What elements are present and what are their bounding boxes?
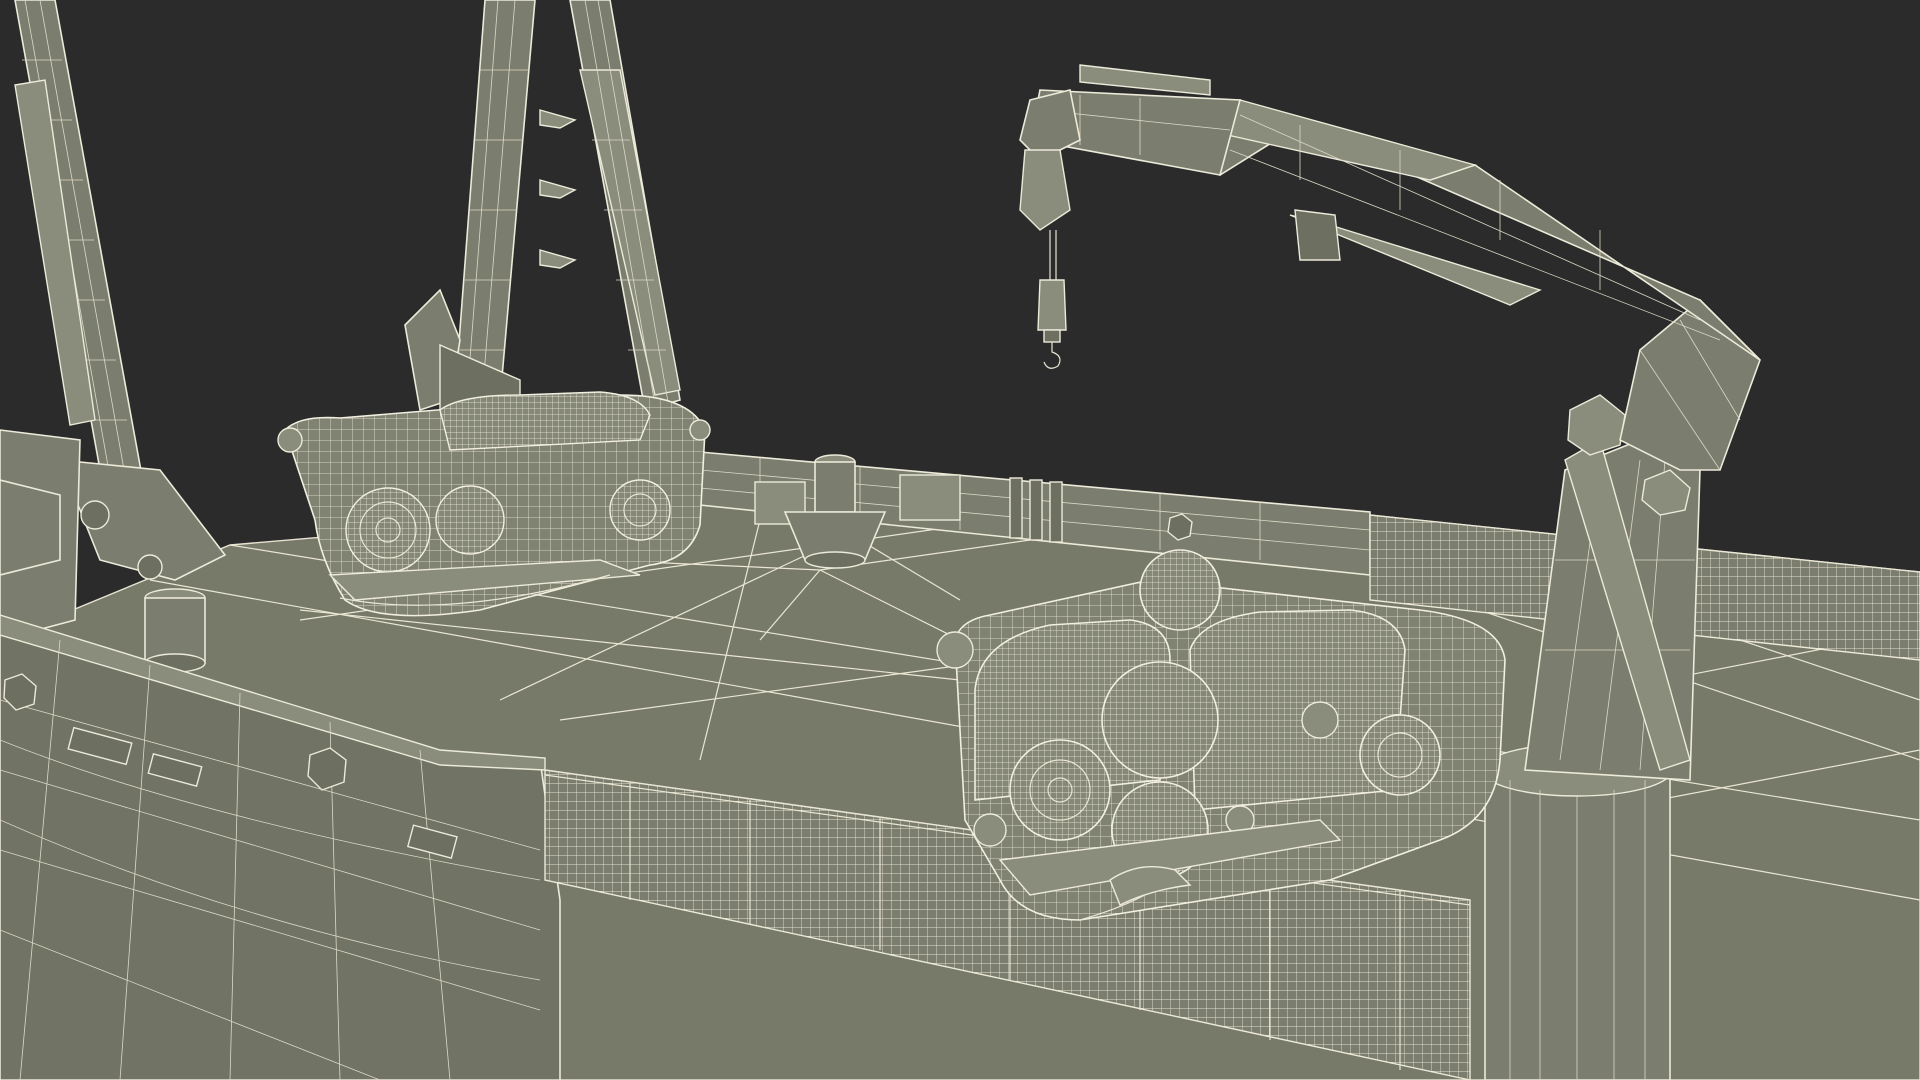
bollard [144, 588, 206, 673]
wireframe-render-viewport [0, 0, 1920, 1080]
